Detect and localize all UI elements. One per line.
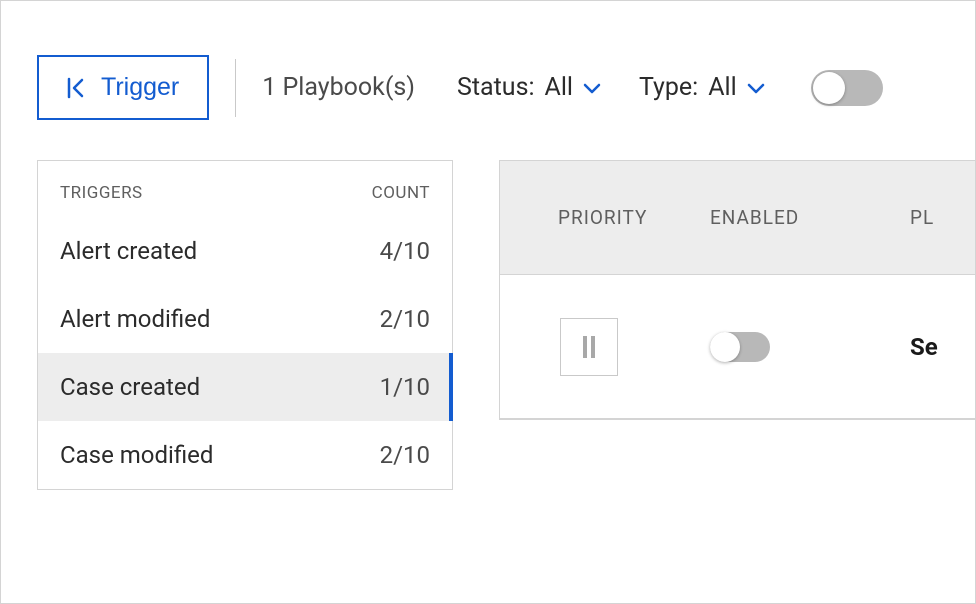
trigger-row-name: Alert created bbox=[60, 237, 197, 265]
chevron-down-icon bbox=[583, 73, 601, 102]
table-row: Se bbox=[500, 275, 975, 419]
chevron-down-icon bbox=[747, 73, 765, 102]
trigger-row[interactable]: Alert created 4/10 bbox=[38, 217, 452, 285]
trigger-row[interactable]: Case created 1/10 bbox=[38, 353, 452, 421]
trigger-row-count: 2/10 bbox=[380, 441, 430, 469]
trigger-row-count: 4/10 bbox=[380, 237, 430, 265]
drag-handle-icon[interactable] bbox=[560, 318, 618, 376]
toggle-knob bbox=[710, 332, 740, 362]
table-header: PRIORITY ENABLED PL bbox=[500, 161, 975, 275]
playbook-count: 1 Playbook(s) bbox=[262, 73, 415, 102]
trigger-row-name: Alert modified bbox=[60, 305, 210, 333]
toggle-knob bbox=[813, 72, 845, 104]
column-header-third: PL bbox=[900, 206, 934, 229]
playbook-table: PRIORITY ENABLED PL Se bbox=[499, 160, 975, 420]
toolbar-divider bbox=[235, 59, 236, 117]
trigger-row[interactable]: Case modified 2/10 bbox=[38, 421, 452, 489]
row-enabled-toggle[interactable] bbox=[710, 332, 770, 362]
triggers-panel-header: TRIGGERS COUNT bbox=[38, 161, 452, 217]
trigger-row-count: 1/10 bbox=[380, 373, 430, 401]
type-filter-value: All bbox=[708, 73, 736, 102]
main-toggle[interactable] bbox=[811, 70, 883, 106]
trigger-row[interactable]: Alert modified 2/10 bbox=[38, 285, 452, 353]
content-area: TRIGGERS COUNT Alert created 4/10 Alert … bbox=[1, 120, 975, 490]
triggers-header-label: TRIGGERS bbox=[60, 183, 143, 203]
status-filter[interactable]: Status: All bbox=[457, 73, 601, 102]
status-filter-label: Status: bbox=[457, 73, 535, 102]
trigger-row-name: Case created bbox=[60, 373, 200, 401]
column-header-priority: PRIORITY bbox=[500, 206, 710, 229]
cell-enabled bbox=[710, 332, 900, 362]
column-header-enabled: ENABLED bbox=[710, 206, 900, 229]
toolbar: Trigger 1 Playbook(s) Status: All Type: … bbox=[1, 1, 975, 120]
type-filter-label: Type: bbox=[639, 73, 698, 102]
triggers-panel: TRIGGERS COUNT Alert created 4/10 Alert … bbox=[37, 160, 453, 490]
cell-priority bbox=[500, 318, 710, 376]
type-filter[interactable]: Type: All bbox=[639, 73, 765, 102]
trigger-button[interactable]: Trigger bbox=[37, 55, 209, 120]
trigger-button-label: Trigger bbox=[101, 73, 179, 102]
trigger-row-count: 2/10 bbox=[380, 305, 430, 333]
collapse-left-icon bbox=[67, 77, 87, 99]
status-filter-value: All bbox=[545, 73, 573, 102]
triggers-header-count: COUNT bbox=[372, 183, 430, 203]
cell-name: Se bbox=[900, 333, 938, 361]
trigger-row-name: Case modified bbox=[60, 441, 213, 469]
